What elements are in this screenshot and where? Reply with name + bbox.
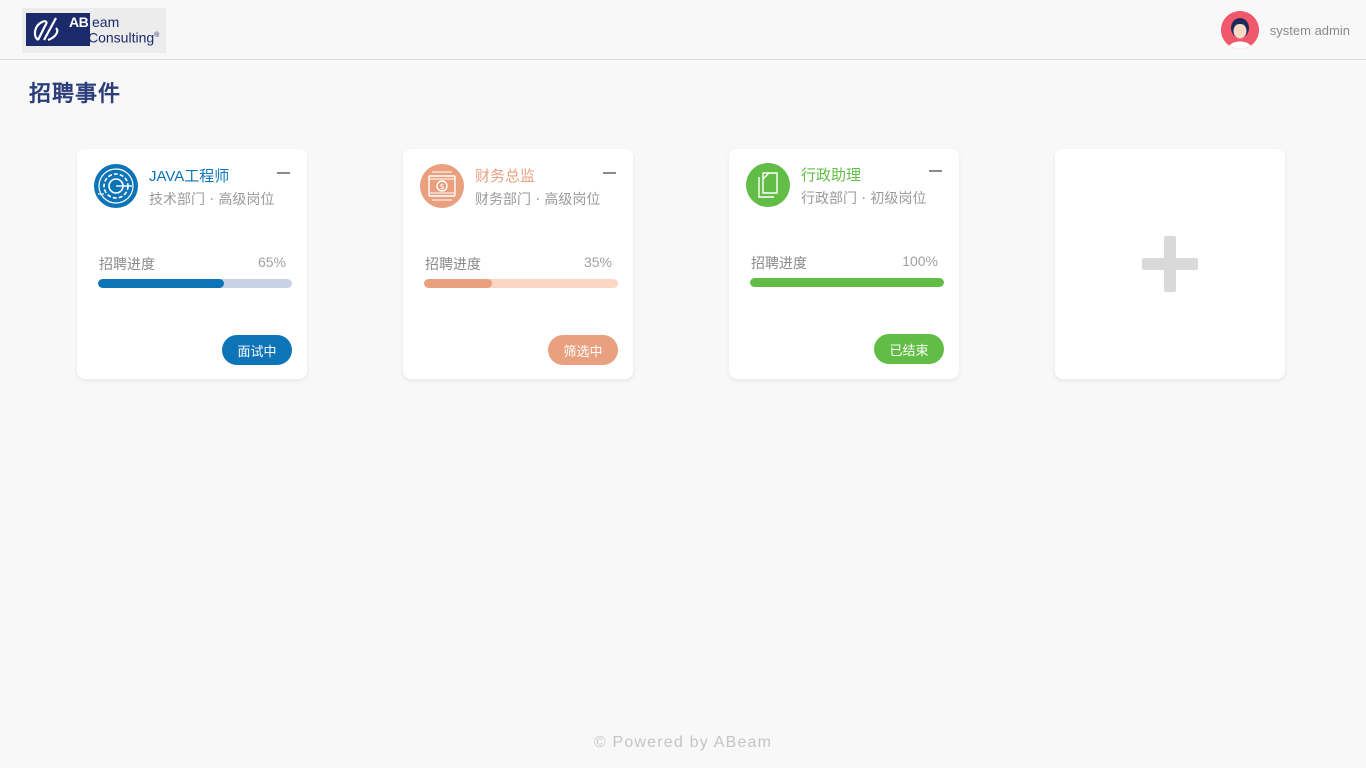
job-card-admin[interactable]: 行政助理 行政部门 · 初级岗位 招聘进度 100% 已结束 [729, 149, 959, 379]
logo-mark: AB [26, 13, 90, 46]
minimize-icon[interactable] [603, 172, 616, 174]
user-menu[interactable]: system admin [1220, 11, 1350, 49]
logo-line-2-text: Consulting [88, 29, 155, 46]
progress-fill [750, 278, 944, 287]
gear-icon [94, 164, 138, 208]
avatar[interactable] [1220, 11, 1259, 49]
job-title: JAVA工程师 [149, 168, 230, 185]
status-badge[interactable]: 面试中 [222, 335, 292, 365]
logo-line-1: eam [92, 14, 120, 30]
progress-bar [424, 279, 618, 288]
job-department-level: 行政部门 · 初级岗位 [801, 191, 927, 207]
job-card-finance[interactable]: $ 财务总监 财务部门 · 高级岗位 招聘进度 35% 筛选中 [403, 149, 633, 379]
logo-wordmark: eam Consulting® [88, 13, 159, 46]
progress-value: 65% [257, 254, 286, 270]
job-title: 行政助理 [801, 167, 862, 184]
document-icon [746, 163, 790, 207]
add-job-card[interactable] [1055, 149, 1285, 379]
trademark-symbol: ® [154, 32, 160, 39]
job-card-java[interactable]: JAVA工程师 技术部门 · 高级岗位 招聘进度 65% 面试中 [77, 149, 307, 379]
progress-fill [424, 279, 492, 288]
logo-line-2: Consulting® [88, 29, 159, 45]
money-icon: $ [420, 164, 464, 208]
progress-label: 招聘进度 [425, 257, 481, 273]
plus-icon [1142, 236, 1198, 292]
progress-value: 100% [902, 253, 938, 269]
user-name[interactable]: system admin [1270, 23, 1350, 38]
minimize-icon[interactable] [277, 172, 290, 174]
progress-bar [98, 279, 292, 288]
status-badge[interactable]: 筛选中 [548, 335, 618, 365]
progress-value: 35% [583, 254, 612, 270]
logo-ab-text: AB [69, 14, 89, 30]
progress-label: 招聘进度 [99, 257, 155, 273]
job-department-level: 技术部门 · 高级岗位 [149, 192, 275, 208]
top-bar: AB eam Consulting® system admin [0, 0, 1366, 60]
svg-text:$: $ [439, 182, 444, 191]
footer-text: © Powered by ABeam [593, 734, 773, 751]
minimize-icon[interactable] [929, 170, 942, 172]
job-department-level: 财务部门 · 高级岗位 [475, 192, 601, 208]
page-title: 招聘事件 [29, 82, 122, 107]
company-logo[interactable]: AB eam Consulting® [22, 8, 166, 53]
plus-vertical [1164, 236, 1176, 292]
user-avatar-icon [1220, 11, 1259, 49]
progress-fill [98, 279, 225, 288]
progress-bar [750, 278, 944, 287]
job-title: 财务总监 [475, 168, 536, 185]
status-badge[interactable]: 已结束 [874, 334, 944, 364]
progress-label: 招聘进度 [751, 256, 807, 272]
